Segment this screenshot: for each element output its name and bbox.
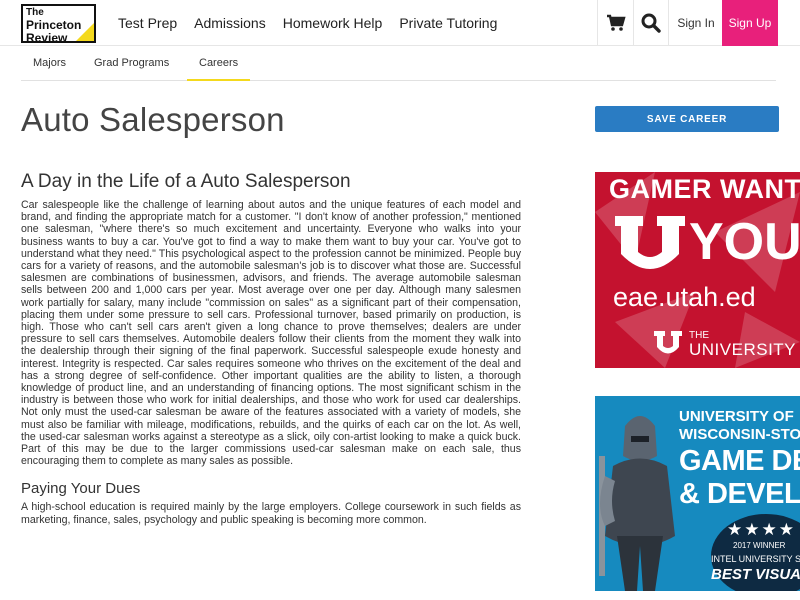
ad-headline-you: YOU (689, 213, 800, 271)
article-heading: A Day in the Life of a Auto Salesperson (21, 171, 351, 192)
award-show-text: INTEL UNIVERSITY SHOW (711, 554, 800, 564)
award-best-visual-text: BEST VISUAL A (711, 566, 800, 583)
princeton-review-logo[interactable]: The Princeton Review (21, 4, 96, 43)
save-career-button[interactable]: SAVE CAREER (595, 106, 779, 132)
top-navigation: The Princeton Review Test Prep Admission… (0, 0, 800, 46)
utah-small-u-icon (654, 331, 682, 354)
cart-button[interactable] (597, 0, 633, 46)
nav-homework-help[interactable]: Homework Help (283, 14, 383, 32)
article-body: Car salespeople like the challenge of le… (21, 199, 521, 468)
utah-block-u-logo (615, 216, 685, 269)
ad2-line1: UNIVERSITY OF (679, 408, 794, 425)
section-heading-paying-dues: Paying Your Dues (21, 480, 141, 498)
search-button[interactable] (633, 0, 669, 46)
career-article: A Day in the Life of a Auto Salesperson … (21, 171, 521, 526)
article-body-paying-dues: A high-school education is required main… (21, 501, 521, 526)
ad2-line3: GAME DESIG (679, 445, 800, 477)
award-winner-text: 2017 WINNER (733, 541, 786, 550)
page-title: Auto Salesperson (21, 101, 285, 138)
nav-private-tutoring[interactable]: Private Tutoring (399, 14, 497, 32)
section-tabs: Majors Grad Programs Careers (21, 47, 776, 81)
ad2-line2: WISCONSIN-STO (679, 426, 800, 443)
logo-text-review: Review (26, 31, 68, 43)
sign-up-button[interactable]: Sign Up (722, 0, 778, 46)
tab-careers[interactable]: Careers (187, 47, 251, 81)
logo-yellow-corner (74, 21, 94, 41)
tab-grad-programs[interactable]: Grad Programs (82, 47, 181, 81)
ad-university-name: UNIVERSITY OF UTAH® (689, 340, 800, 359)
ad-headline-gamer: GAMER WANT (609, 174, 800, 204)
utah-ad-banner[interactable]: GAMER WANT YOU eae.utah.ed THE UNIVERSIT… (595, 172, 800, 368)
sign-in-link[interactable]: Sign In (670, 0, 722, 46)
award-stars: ★★★★ (727, 520, 796, 539)
main-nav: Test Prep Admissions Homework Help Priva… (118, 14, 514, 32)
ad-url: eae.utah.ed (613, 282, 756, 312)
ad2-line4: & DEVELOPME (679, 478, 800, 510)
tab-majors[interactable]: Majors (21, 47, 78, 81)
nav-admissions[interactable]: Admissions (194, 14, 266, 32)
uw-stout-ad-banner[interactable]: UNIVERSITY OF WISCONSIN-STO GAME DESIG &… (595, 396, 800, 591)
knight-armor-illustration (599, 416, 675, 591)
nav-test-prep[interactable]: Test Prep (118, 14, 177, 32)
search-icon (641, 13, 661, 33)
cart-icon (606, 14, 626, 31)
